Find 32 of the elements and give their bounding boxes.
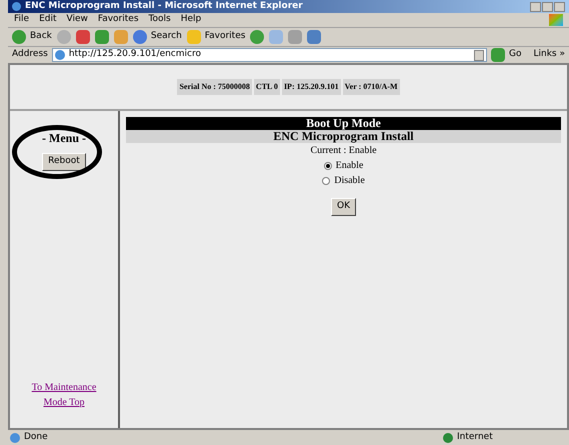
search-button[interactable]: Search [132,30,182,44]
device-info-cell: Serial No : 75000008 [177,79,252,95]
reboot-button[interactable]: Reboot [42,153,86,170]
menu-title: - Menu - [42,130,86,147]
section-subheading: ENC Microprogram Install [126,130,561,143]
address-field[interactable]: http://125.20.9.101/encmicro [52,48,488,62]
menu-item[interactable]: File [14,13,30,27]
radio-button[interactable] [322,176,330,184]
menu-item[interactable]: Favorites [98,13,139,27]
section-heading: Boot Up Mode [126,117,561,130]
ok-button[interactable]: OK [331,198,356,216]
url-text: http://125.20.9.101/encmicro [68,48,201,62]
menu-item[interactable]: Tools [148,13,171,27]
status-text: Done [24,430,49,444]
window-title: ENC Microprogram Install - Microsoft Internet Explorer [25,0,303,13]
menu-item[interactable]: View [66,13,88,27]
menu-item[interactable]: Edit [39,13,56,27]
radio-option[interactable]: Enable [324,158,364,173]
current-status: Current : Enable [310,144,377,158]
zone-text: Internet [457,430,493,444]
links-button[interactable]: Links » [534,48,565,62]
back-button[interactable]: Back [12,30,52,44]
address-label: Address [12,48,48,62]
device-info-cell: Ver : 0710/A-M [342,79,400,95]
favorites-button[interactable]: Favorites [186,30,246,44]
maintenance-link[interactable]: To Maintenance Mode Top [29,380,99,410]
radio-option[interactable]: Disable [322,173,365,188]
menu-item[interactable]: Help [180,13,202,27]
go-button[interactable]: Go [491,48,522,62]
device-info-cell: CTL 0 [254,79,280,95]
device-info-cell: IP: 125.20.9.101 [282,79,341,95]
radio-button[interactable] [324,162,332,170]
